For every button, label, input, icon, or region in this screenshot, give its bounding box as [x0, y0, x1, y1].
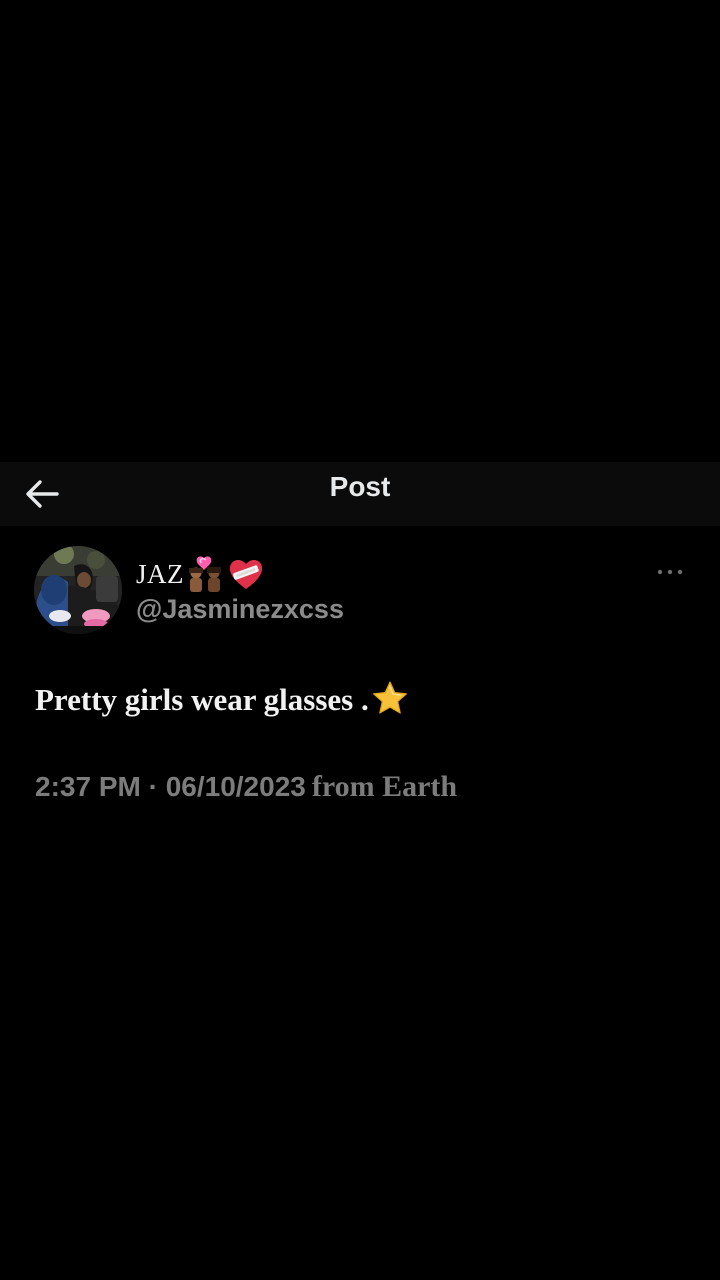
more-options-button[interactable] [652, 560, 688, 584]
ellipsis-icon [657, 569, 683, 575]
mending-heart-icon [229, 560, 263, 589]
couple-with-heart-icon [189, 556, 221, 592]
post-text: Pretty girls wear glasses . [35, 682, 369, 717]
star-icon [372, 681, 407, 714]
author-display-name[interactable]: JAZ [136, 556, 264, 592]
post-body: Pretty girls wear glasses . [35, 681, 409, 718]
profile-photo [34, 546, 122, 634]
author-name-text: JAZ [136, 558, 184, 589]
post-location: from Earth [311, 770, 458, 803]
post-timestamp: 2:37 PM · 06/10/2023 [35, 771, 306, 802]
author-handle[interactable]: @Jasminezxcss [136, 594, 344, 625]
page-title: Post [329, 471, 391, 502]
post-metadata: 2:37 PM · 06/10/2023 from Earth [35, 770, 457, 804]
top-nav-bar: Post [0, 462, 720, 526]
avatar[interactable] [34, 546, 122, 634]
